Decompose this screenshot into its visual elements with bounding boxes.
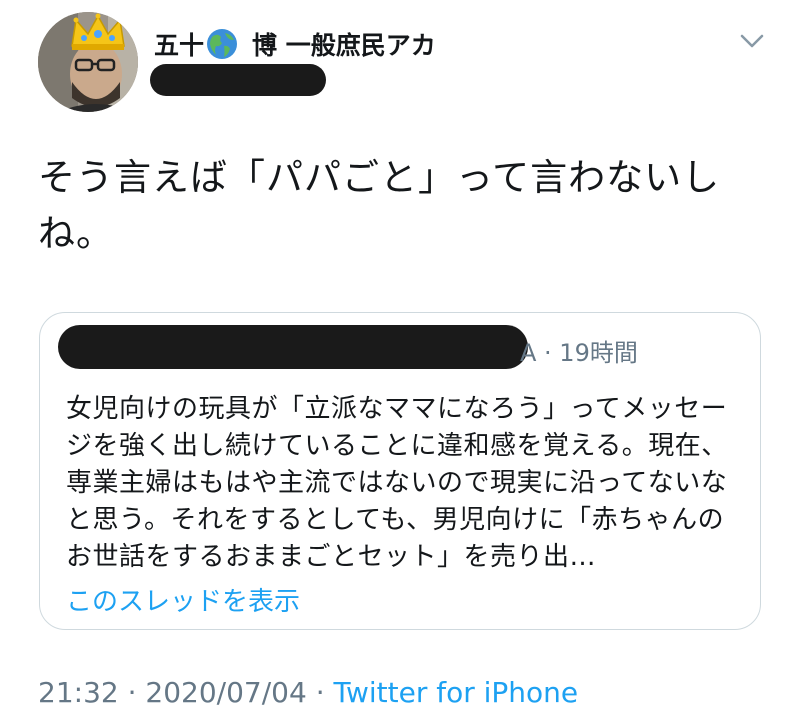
- footer-separator: ·: [118, 676, 146, 709]
- display-name-part2: 博 一般庶民アカ: [252, 31, 436, 60]
- tweet-date: 2020/07/04: [145, 676, 307, 709]
- handle-redaction: [150, 64, 326, 96]
- show-thread-link[interactable]: このスレッドを表示: [66, 581, 300, 618]
- chevron-down-icon[interactable]: [734, 28, 770, 52]
- crown-icon: [71, 13, 125, 50]
- quoted-author-redaction: [58, 325, 528, 369]
- tweet-source-link[interactable]: Twitter for iPhone: [334, 676, 579, 709]
- tweet-time: 21:32: [38, 676, 119, 709]
- tweet-text: そう言えば「パパごと」って言わないしね。: [38, 156, 721, 255]
- avatar[interactable]: [38, 12, 138, 112]
- quoted-tweet-card[interactable]: A · 19時間 女児向けの玩具が「立派なママになろう」ってメッセージを強く出し…: [39, 312, 761, 630]
- footer-separator: ·: [306, 676, 334, 709]
- display-name-part1: 五十: [154, 31, 205, 60]
- display-name[interactable]: 五十 博 一般庶民アカ: [154, 26, 436, 62]
- quoted-tweet-meta: A · 19時間: [520, 339, 638, 367]
- tweet-footer: 21:32 · 2020/07/04 · Twitter for iPhone: [38, 676, 578, 709]
- earth-globe-icon: [207, 29, 238, 59]
- quoted-tweet-text: 女児向けの玩具が「立派なママになろう」ってメッセージを強く出し続けていることに違…: [66, 394, 728, 572]
